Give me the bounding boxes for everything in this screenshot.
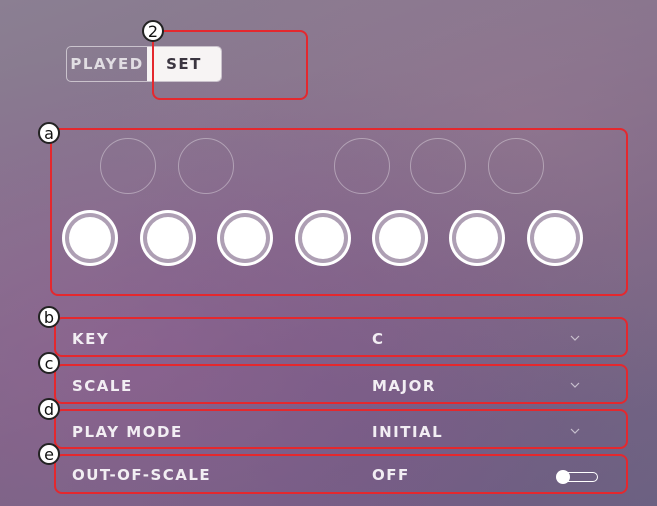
note-circle[interactable]	[456, 217, 498, 259]
note-circle[interactable]	[379, 217, 421, 259]
callout-box-toggle	[152, 30, 308, 100]
play-mode-label: PLAY MODE	[72, 423, 183, 441]
note-circle[interactable]	[302, 217, 344, 259]
played-tab[interactable]: PLAYED	[67, 47, 147, 81]
callout-badge-out-of-scale: e	[38, 443, 60, 465]
key-setting[interactable]: KEY C	[72, 326, 592, 354]
chevron-down-icon[interactable]	[570, 428, 580, 434]
scale-setting[interactable]: SCALE MAJOR	[72, 373, 592, 401]
sharp-note-slot[interactable]	[334, 138, 390, 194]
note-circle[interactable]	[224, 217, 266, 259]
callout-badge-notes: a	[38, 122, 60, 144]
out-of-scale-switch[interactable]	[552, 470, 600, 484]
out-of-scale-setting: OUT-OF-SCALE OFF	[72, 462, 598, 490]
sharp-note-slot[interactable]	[100, 138, 156, 194]
sharp-note-slot[interactable]	[488, 138, 544, 194]
chevron-down-icon[interactable]	[570, 335, 580, 341]
callout-badge-key: b	[38, 306, 60, 328]
play-mode-setting[interactable]: PLAY MODE INITIAL	[72, 419, 592, 447]
sharp-note-slot[interactable]	[178, 138, 234, 194]
note-circle[interactable]	[147, 217, 189, 259]
callout-badge-scale: c	[38, 352, 60, 374]
note-circle[interactable]	[69, 217, 111, 259]
callout-badge-toggle: 2	[142, 20, 164, 42]
key-value: C	[372, 330, 385, 348]
out-of-scale-label: OUT-OF-SCALE	[72, 466, 212, 484]
chevron-down-icon[interactable]	[570, 382, 580, 388]
sharp-note-slot[interactable]	[410, 138, 466, 194]
key-label: KEY	[72, 330, 110, 348]
scale-label: SCALE	[72, 377, 133, 395]
play-mode-value: INITIAL	[372, 423, 444, 441]
callout-badge-play-mode: d	[38, 398, 60, 420]
note-circle[interactable]	[534, 217, 576, 259]
toggle-knob	[556, 470, 570, 484]
out-of-scale-value: OFF	[372, 466, 410, 484]
scale-value: MAJOR	[372, 377, 436, 395]
